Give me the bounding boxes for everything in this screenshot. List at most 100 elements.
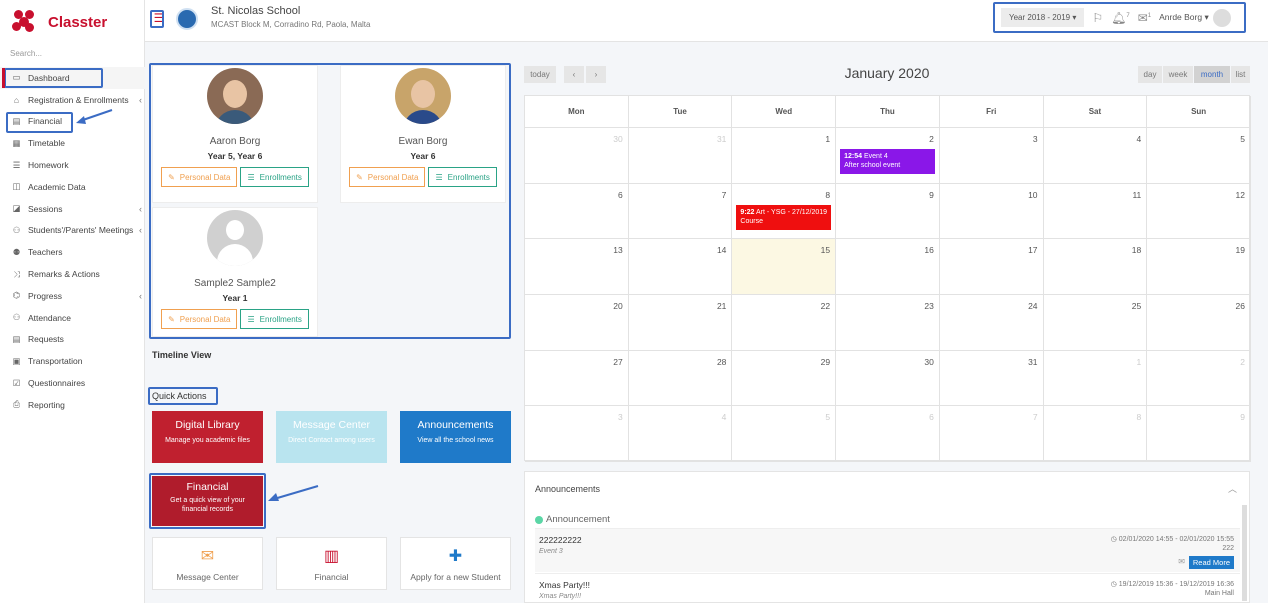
calendar-day[interactable]: 15 bbox=[732, 239, 837, 295]
sidebar-item-dashboard[interactable]: ▭ Dashboard bbox=[0, 67, 145, 89]
day-number: 23 bbox=[924, 301, 934, 311]
calendar-day[interactable]: 17 bbox=[939, 239, 1044, 295]
classter-logo[interactable]: Classter bbox=[12, 8, 107, 36]
calendar-day[interactable]: 23 bbox=[836, 295, 940, 351]
calendar-day[interactable]: 9 bbox=[1147, 406, 1251, 462]
calendar-day[interactable]: 27 bbox=[525, 350, 629, 407]
sidebar-item-sessions[interactable]: ◪ Sessions ‹ bbox=[0, 198, 145, 220]
sidebar-item-homework[interactable]: ☰ Homework bbox=[0, 154, 145, 176]
calendar-day[interactable]: 14 bbox=[628, 239, 733, 295]
calendar-day[interactable]: 9 bbox=[836, 183, 940, 240]
calendar-day[interactable]: 4 bbox=[1043, 128, 1148, 184]
calendar-day[interactable]: 3 bbox=[525, 406, 629, 462]
shortcut-financial[interactable]: ▥ Financial bbox=[276, 537, 387, 590]
calendar-day[interactable]: 26 bbox=[1147, 295, 1251, 351]
calendar-day[interactable]: 5 bbox=[732, 406, 837, 462]
quick-action-title: Message Center bbox=[292, 419, 371, 431]
calendar-day[interactable]: 10 bbox=[939, 183, 1044, 240]
calendar-day[interactable]: 7 bbox=[939, 406, 1044, 462]
sidebar-item-remarks-actions[interactable]: ⤨ Remarks & Actions bbox=[0, 263, 145, 285]
calendar-day[interactable]: 12 bbox=[1147, 183, 1251, 240]
view-list-button[interactable]: list bbox=[1231, 66, 1250, 83]
calendar-day[interactable]: 30 bbox=[525, 128, 629, 184]
sidebar-item-financial[interactable]: ▤ Financial bbox=[0, 111, 145, 133]
calendar-day[interactable]: 22 bbox=[732, 295, 837, 351]
sidebar-item-attendance[interactable]: ⚇ Attendance bbox=[0, 307, 145, 329]
sidebar-item-progress[interactable]: ⌬ Progress ‹ bbox=[0, 285, 145, 307]
quick-action-subtitle: Get a quick view of your financial recor… bbox=[170, 497, 245, 513]
personal-data-button[interactable]: ✎ Personal Data bbox=[349, 167, 426, 187]
sidebar-item-registration-enrollments[interactable]: ⌂ Registration & Enrollments ‹ bbox=[0, 89, 145, 111]
calendar-day[interactable]: 6 bbox=[525, 183, 629, 240]
calendar-day[interactable]: 8 bbox=[1043, 406, 1148, 462]
sidebar-item-questionnaires[interactable]: ☑ Questionnaires bbox=[0, 372, 145, 394]
calendar-day[interactable]: 3 bbox=[939, 128, 1044, 184]
sidebar-item-requests[interactable]: ▤ Requests bbox=[0, 329, 145, 351]
calendar-day[interactable]: 1 bbox=[1043, 350, 1148, 407]
calendar-day[interactable]: 5 bbox=[1147, 128, 1251, 184]
calendar-day[interactable]: 13 bbox=[525, 239, 629, 295]
calendar-day[interactable]: 28 bbox=[628, 350, 733, 407]
student-photo[interactable] bbox=[207, 210, 263, 266]
calendar-day[interactable]: 7 bbox=[628, 183, 733, 240]
calendar-day[interactable]: 31 bbox=[939, 350, 1044, 407]
calendar-day[interactable]: 20 bbox=[525, 295, 629, 351]
calendar-day[interactable]: 19 bbox=[1147, 239, 1251, 295]
avatar[interactable] bbox=[1212, 8, 1231, 27]
enrollments-button[interactable]: ☰ Enrollments bbox=[428, 167, 497, 187]
calendar-event[interactable]: 9:22 Art - YSG - 27/12/2019 Course bbox=[736, 204, 832, 230]
enrollments-button[interactable]: ☰ Enrollments bbox=[240, 309, 309, 329]
calendar-event[interactable]: 12:54 Event 4 After school event bbox=[840, 149, 935, 174]
bus-icon: ▣ bbox=[12, 355, 21, 366]
announcement-item[interactable]: 222222222 Event 3 ◷ 02/01/2020 14:55 - 0… bbox=[535, 528, 1240, 572]
day-number: 25 bbox=[1131, 301, 1142, 311]
calendar-day[interactable]: 16 bbox=[836, 239, 940, 295]
envelope-icon[interactable]: ✉1 bbox=[1138, 11, 1151, 25]
calendar-day[interactable]: 24 bbox=[939, 295, 1044, 351]
user-menu[interactable]: Anrde Borg ▾ bbox=[1159, 12, 1209, 23]
bell-icon[interactable]: 🔔︎7 bbox=[1111, 11, 1130, 25]
quick-action-financial[interactable]: Financial Get a quick view of your financ… bbox=[152, 476, 263, 526]
sidebar-item-reporting[interactable]: ⎙ Reporting bbox=[0, 394, 145, 416]
year-dropdown[interactable]: Year 2018 - 2019 ▾ bbox=[1001, 8, 1085, 27]
shortcut-apply-for-a-new-student[interactable]: ✚ Apply for a new Student bbox=[400, 537, 511, 590]
calendar-day[interactable]: 29 bbox=[732, 350, 837, 407]
sidebar-item-academic-data[interactable]: ◫ Academic Data bbox=[0, 176, 145, 198]
calendar-day[interactable]: 1 bbox=[732, 128, 837, 184]
view-month-button[interactable]: month bbox=[1194, 66, 1230, 83]
enrollments-button[interactable]: ☰ Enrollments bbox=[240, 167, 309, 187]
calendar-day[interactable]: 25 bbox=[1043, 295, 1148, 351]
view-day-button[interactable]: day bbox=[1138, 66, 1162, 83]
calendar-day[interactable]: 4 bbox=[628, 406, 733, 462]
sidebar-item-timetable[interactable]: ▦ Timetable bbox=[0, 132, 145, 154]
sidebar-item-teachers[interactable]: ⚉ Teachers bbox=[0, 241, 145, 263]
view-week-button[interactable]: week bbox=[1163, 66, 1193, 83]
personal-data-button[interactable]: ✎ Personal Data bbox=[161, 167, 238, 187]
calendar-day[interactable]: 18 bbox=[1043, 239, 1148, 295]
calendar-day[interactable]: 21 bbox=[628, 295, 733, 351]
calendar-day[interactable]: 30 bbox=[836, 350, 940, 407]
collapse-icon[interactable]: ︿ bbox=[1228, 482, 1237, 495]
student-photo[interactable] bbox=[395, 68, 451, 124]
sidebar-item-transportation[interactable]: ▣ Transportation bbox=[0, 350, 145, 372]
calendar-day[interactable]: 2 bbox=[1147, 350, 1251, 407]
student-photo[interactable] bbox=[207, 68, 263, 124]
calendar-day[interactable]: 31 bbox=[628, 128, 733, 184]
shortcut-message-center[interactable]: ✉ Message Center bbox=[152, 537, 263, 590]
quick-action-announcements[interactable]: Announcements View all the school news bbox=[400, 411, 511, 463]
read-more-button[interactable]: Read More bbox=[1188, 556, 1234, 569]
flag-icon[interactable]: ⚐ bbox=[1092, 11, 1103, 25]
calendar-day[interactable]: 6 bbox=[836, 406, 940, 462]
calendar-day[interactable]: 2 12:54 Event 4 After school event bbox=[836, 128, 940, 184]
sidebar-item-students-parents-meetings[interactable]: ⚇ Students'/Parents' Meetings ‹ bbox=[0, 220, 145, 242]
quick-action-digital-library[interactable]: Digital Library Manage you academic files bbox=[152, 411, 263, 463]
search-input[interactable]: Search... bbox=[10, 49, 135, 58]
scrollbar[interactable] bbox=[1242, 505, 1247, 601]
day-number: 22 bbox=[820, 301, 831, 311]
calendar-day[interactable]: 8 9:22 Art - YSG - 27/12/2019 Course bbox=[732, 183, 837, 240]
calendar-day[interactable]: 11 bbox=[1043, 183, 1148, 240]
menu-toggle-icon[interactable]: ☰ bbox=[151, 11, 167, 27]
announcement-item[interactable]: Xmas Party!!! Xmas Party!!! ◷ 19/12/2019… bbox=[535, 573, 1240, 602]
quick-action-message-center[interactable]: Message Center Direct Contact among users bbox=[276, 411, 387, 463]
personal-data-button[interactable]: ✎ Personal Data bbox=[161, 309, 238, 329]
